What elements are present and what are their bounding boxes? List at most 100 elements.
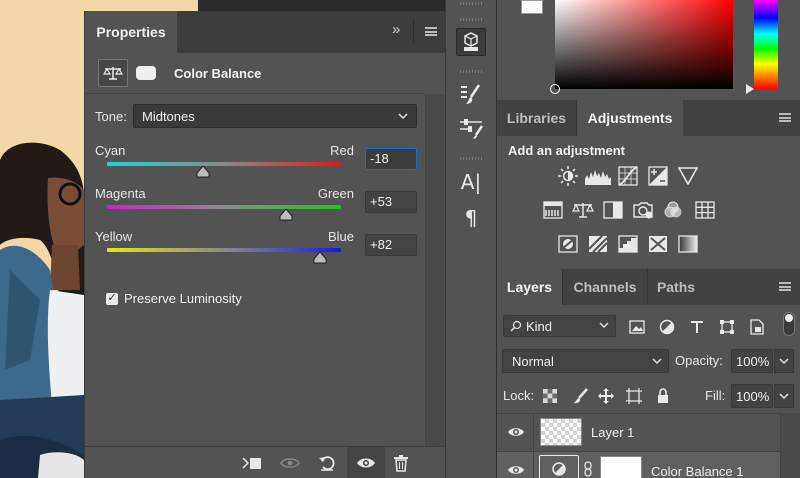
lock-artboard-icon[interactable] bbox=[625, 387, 643, 405]
collapse-panel-icon[interactable]: » bbox=[392, 21, 400, 38]
invert-icon[interactable] bbox=[557, 234, 579, 254]
foreground-swatch[interactable] bbox=[521, 0, 543, 14]
color-balance-icon[interactable] bbox=[572, 200, 594, 220]
slider-thumb[interactable] bbox=[196, 166, 210, 178]
filter-toggle-switch[interactable] bbox=[783, 312, 795, 336]
vibrance-icon[interactable] bbox=[677, 166, 699, 186]
slider-track[interactable] bbox=[107, 205, 341, 209]
reset-icon[interactable] bbox=[316, 453, 338, 473]
hue-saturation-icon[interactable] bbox=[542, 200, 564, 220]
brightness-contrast-icon[interactable] bbox=[557, 166, 579, 186]
opacity-field[interactable]: 100% bbox=[731, 349, 773, 373]
properties-scrollbar[interactable] bbox=[425, 94, 445, 446]
tone-select[interactable]: Midtones bbox=[133, 104, 417, 128]
hue-slider-arrow[interactable] bbox=[746, 84, 754, 94]
slider-thumb[interactable] bbox=[279, 209, 293, 221]
tab-channels[interactable]: Channels bbox=[563, 269, 647, 305]
slider-left-label: Cyan bbox=[95, 143, 126, 158]
panel-menu-icon[interactable] bbox=[779, 113, 791, 122]
magenta-green-value-field[interactable]: +53 bbox=[365, 191, 417, 213]
threshold-icon[interactable] bbox=[617, 234, 639, 254]
character-panel-icon[interactable]: A| bbox=[456, 168, 486, 196]
layer-name[interactable]: Layer 1 bbox=[591, 425, 634, 440]
dock-grip[interactable] bbox=[460, 70, 482, 73]
channel-mixer-icon[interactable] bbox=[662, 200, 684, 220]
opacity-dropdown-button[interactable] bbox=[774, 349, 794, 373]
panel-menu-icon[interactable] bbox=[425, 27, 437, 36]
balance-scale-icon[interactable] bbox=[98, 59, 128, 87]
selective-color-icon[interactable] bbox=[647, 234, 669, 254]
visibility-eye-icon[interactable] bbox=[355, 453, 377, 473]
filter-pixel-icon[interactable] bbox=[628, 318, 646, 336]
color-picker-ring[interactable] bbox=[550, 84, 560, 94]
tone-label: Tone: bbox=[95, 108, 127, 124]
tab-properties[interactable]: Properties bbox=[85, 11, 177, 53]
photo-filter-icon[interactable] bbox=[632, 200, 654, 220]
black-white-icon[interactable] bbox=[602, 200, 624, 220]
gradient-map-icon[interactable] bbox=[677, 234, 699, 254]
color-lookup-icon[interactable] bbox=[694, 200, 716, 220]
slider-yellow-blue: Yellow Blue +82 bbox=[95, 229, 417, 269]
blend-mode-select[interactable]: Normal bbox=[502, 349, 669, 373]
cyan-red-value-field[interactable]: -18 bbox=[365, 148, 417, 170]
exposure-icon[interactable] bbox=[647, 166, 669, 186]
properties-footer bbox=[85, 446, 446, 478]
slider-track[interactable] bbox=[107, 162, 341, 166]
tab-libraries[interactable]: Libraries bbox=[497, 100, 576, 136]
fill-dropdown-button[interactable] bbox=[774, 384, 794, 408]
slider-labels: Magenta Green bbox=[95, 186, 354, 201]
lock-transparency-icon[interactable] bbox=[541, 387, 559, 405]
posterize-icon[interactable] bbox=[587, 234, 609, 254]
tab-paths[interactable]: Paths bbox=[648, 269, 704, 305]
layer-row-divider bbox=[533, 452, 534, 478]
dock-grip[interactable] bbox=[460, 2, 482, 5]
preserve-luminosity-checkbox[interactable]: ✓ Preserve Luminosity bbox=[106, 291, 242, 306]
trash-icon[interactable] bbox=[390, 453, 412, 473]
layer-visibility-eye-icon[interactable] bbox=[507, 463, 525, 477]
layers-scrollbar[interactable] bbox=[780, 413, 800, 478]
dock-grip[interactable] bbox=[460, 18, 482, 21]
layer-mask-thumbnail[interactable] bbox=[600, 456, 642, 478]
tab-adjustments[interactable]: Adjustments bbox=[577, 100, 683, 136]
chevron-down-icon bbox=[599, 320, 609, 332]
view-previous-state-icon[interactable] bbox=[279, 453, 301, 473]
search-icon bbox=[510, 320, 522, 332]
color-field[interactable] bbox=[550, 0, 733, 94]
yellow-blue-value-field[interactable]: +82 bbox=[365, 234, 417, 256]
layer-visibility-eye-icon[interactable] bbox=[507, 425, 525, 439]
properties-body: Tone: Midtones Cyan Red -18 Magenta Gree… bbox=[85, 94, 425, 446]
slider-thumb[interactable] bbox=[313, 252, 327, 264]
layer-row[interactable]: Layer 1 bbox=[497, 413, 780, 452]
lock-pixels-brush-icon[interactable] bbox=[571, 387, 589, 405]
tabbar-divider bbox=[413, 19, 414, 43]
layer-mask-icon[interactable] bbox=[132, 59, 160, 87]
paragraph-panel-icon[interactable]: ¶ bbox=[456, 204, 486, 232]
layer-thumbnail bbox=[540, 418, 582, 446]
layer-name[interactable]: Color Balance 1 bbox=[651, 464, 744, 478]
layer-row-selected[interactable]: Color Balance 1 bbox=[497, 451, 780, 478]
slider-right-label: Blue bbox=[327, 229, 354, 244]
lock-position-move-icon[interactable] bbox=[597, 387, 615, 405]
levels-icon[interactable] bbox=[585, 166, 611, 186]
filter-smart-object-icon[interactable] bbox=[748, 318, 766, 336]
dock-grip[interactable] bbox=[460, 157, 482, 160]
adjustment-title: Color Balance bbox=[174, 65, 262, 81]
brush-presets-icon[interactable] bbox=[456, 80, 486, 108]
fill-field[interactable]: 100% bbox=[731, 384, 773, 408]
tab-layers[interactable]: Layers bbox=[497, 269, 562, 305]
lock-label: Lock: bbox=[503, 388, 535, 403]
panel-menu-icon[interactable] bbox=[779, 282, 791, 291]
chain-link-icon[interactable] bbox=[584, 461, 592, 477]
filter-shape-icon[interactable] bbox=[718, 318, 736, 336]
3d-cube-icon[interactable] bbox=[456, 28, 486, 56]
clip-to-layer-icon[interactable] bbox=[241, 453, 263, 473]
hue-slider[interactable] bbox=[754, 0, 778, 89]
curves-icon[interactable] bbox=[617, 166, 639, 186]
fill-label: Fill: bbox=[705, 388, 726, 403]
lock-all-icon[interactable] bbox=[654, 387, 672, 405]
filter-adjustment-icon[interactable] bbox=[658, 318, 676, 336]
brush-settings-icon[interactable] bbox=[456, 115, 486, 143]
slider-track[interactable] bbox=[107, 248, 341, 252]
kind-filter-select[interactable]: Kind bbox=[503, 315, 616, 337]
filter-type-icon[interactable] bbox=[688, 318, 706, 336]
